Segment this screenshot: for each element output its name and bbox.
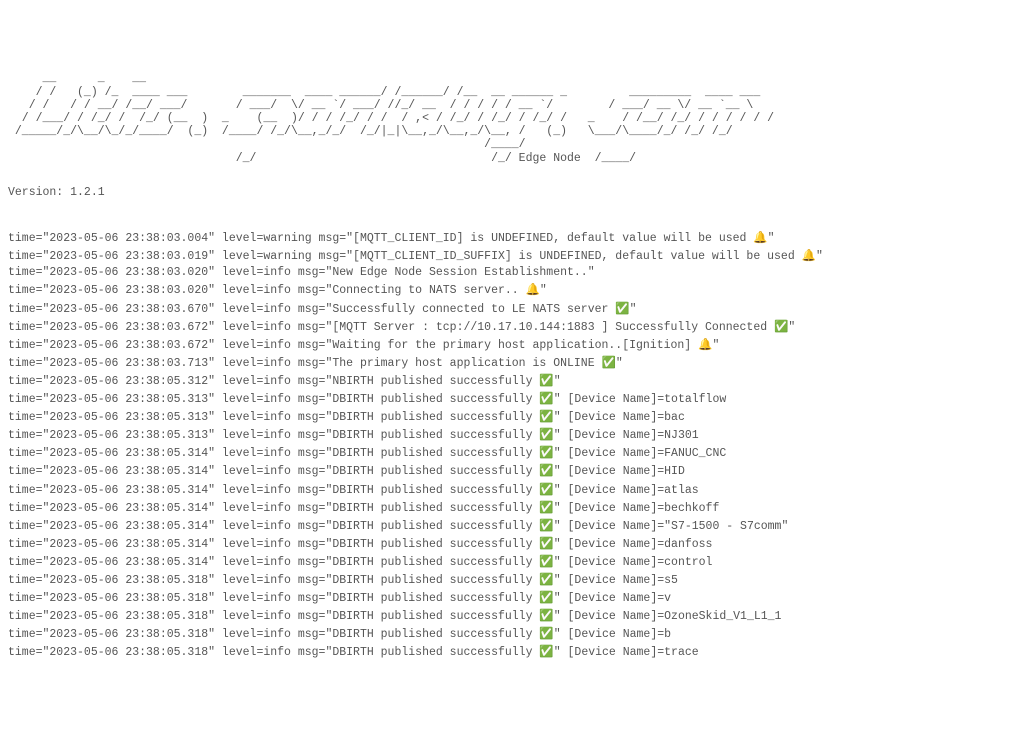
log-line: time="2023-05-06 23:38:05.314" level=inf…: [8, 517, 1016, 535]
log-line: time="2023-05-06 23:38:05.314" level=inf…: [8, 553, 1016, 571]
bell-icon: 🔔: [753, 230, 767, 244]
log-prefix: time="2023-05-06 23:38:03.670" level=inf…: [8, 303, 615, 316]
bell-icon: 🔔: [698, 337, 712, 351]
log-line: time="2023-05-06 23:38:03.672" level=inf…: [8, 318, 1016, 336]
log-suffix: " [Device Name]=danfoss: [554, 538, 713, 551]
check-icon: ✅: [539, 373, 553, 387]
log-suffix: " [Device Name]=bac: [554, 411, 685, 424]
log-line: time="2023-05-06 23:38:03.672" level=inf…: [8, 336, 1016, 354]
log-line: time="2023-05-06 23:38:05.313" level=inf…: [8, 408, 1016, 426]
log-prefix: time="2023-05-06 23:38:05.314" level=inf…: [8, 447, 539, 460]
log-line: time="2023-05-06 23:38:05.318" level=inf…: [8, 571, 1016, 589]
log-line: time="2023-05-06 23:38:03.670" level=inf…: [8, 300, 1016, 318]
check-icon: ✅: [539, 482, 553, 496]
ascii-banner: __ _ __ / / (_) /_ ____ ___ _______ ____…: [8, 72, 1016, 165]
log-suffix: " [Device Name]=atlas: [554, 484, 699, 497]
log-line: time="2023-05-06 23:38:03.004" level=war…: [8, 229, 1016, 247]
log-suffix: " [Device Name]=OzoneSkid_V1_L1_1: [554, 610, 782, 623]
check-icon: ✅: [539, 554, 553, 568]
log-prefix: time="2023-05-06 23:38:03.020" level=inf…: [8, 266, 588, 279]
log-suffix: " [Device Name]=HID: [554, 465, 685, 478]
log-suffix: ": [768, 232, 775, 245]
log-prefix: time="2023-05-06 23:38:05.318" level=inf…: [8, 610, 539, 623]
log-line: time="2023-05-06 23:38:05.314" level=inf…: [8, 462, 1016, 480]
log-prefix: time="2023-05-06 23:38:03.672" level=inf…: [8, 321, 774, 334]
log-prefix: time="2023-05-06 23:38:05.314" level=inf…: [8, 465, 539, 478]
log-prefix: time="2023-05-06 23:38:05.314" level=inf…: [8, 538, 539, 551]
log-suffix: " [Device Name]="S7-1500 - S7comm": [554, 520, 789, 533]
log-suffix: ": [540, 284, 547, 297]
log-suffix: " [Device Name]=control: [554, 556, 713, 569]
log-suffix: " [Device Name]=b: [554, 628, 671, 641]
log-line: time="2023-05-06 23:38:03.713" level=inf…: [8, 354, 1016, 372]
log-prefix: time="2023-05-06 23:38:05.314" level=inf…: [8, 520, 539, 533]
log-line: time="2023-05-06 23:38:03.020" level=inf…: [8, 281, 1016, 299]
log-suffix: " [Device Name]=s5: [554, 574, 678, 587]
log-prefix: time="2023-05-06 23:38:05.313" level=inf…: [8, 411, 539, 424]
check-icon: ✅: [539, 463, 553, 477]
log-prefix: time="2023-05-06 23:38:05.312" level=inf…: [8, 375, 539, 388]
log-container: time="2023-05-06 23:38:03.004" level=war…: [8, 229, 1016, 661]
log-suffix: " [Device Name]=totalflow: [554, 393, 727, 406]
log-line: time="2023-05-06 23:38:05.314" level=inf…: [8, 535, 1016, 553]
check-icon: ✅: [615, 301, 629, 315]
log-prefix: time="2023-05-06 23:38:05.318" level=inf…: [8, 592, 539, 605]
log-line: time="2023-05-06 23:38:05.312" level=inf…: [8, 372, 1016, 390]
check-icon: ✅: [539, 626, 553, 640]
log-suffix: ": [630, 303, 637, 316]
check-icon: ✅: [539, 427, 553, 441]
check-icon: ✅: [539, 536, 553, 550]
check-icon: ✅: [539, 644, 553, 658]
log-suffix: ": [588, 266, 595, 279]
log-suffix: " [Device Name]=v: [554, 592, 671, 605]
log-suffix: " [Device Name]=bechkoff: [554, 502, 720, 515]
check-icon: ✅: [539, 445, 553, 459]
log-prefix: time="2023-05-06 23:38:03.004" level=war…: [8, 232, 753, 245]
log-suffix: ": [554, 375, 561, 388]
log-prefix: time="2023-05-06 23:38:05.314" level=inf…: [8, 484, 539, 497]
check-icon: ✅: [539, 409, 553, 423]
log-line: time="2023-05-06 23:38:05.313" level=inf…: [8, 390, 1016, 408]
log-line: time="2023-05-06 23:38:05.314" level=inf…: [8, 444, 1016, 462]
log-line: time="2023-05-06 23:38:05.318" level=inf…: [8, 607, 1016, 625]
log-line: time="2023-05-06 23:38:05.313" level=inf…: [8, 426, 1016, 444]
log-suffix: " [Device Name]=trace: [554, 646, 699, 659]
log-prefix: time="2023-05-06 23:38:03.713" level=inf…: [8, 357, 602, 370]
check-icon: ✅: [539, 590, 553, 604]
check-icon: ✅: [539, 572, 553, 586]
log-line: time="2023-05-06 23:38:05.318" level=inf…: [8, 643, 1016, 661]
log-suffix: ": [816, 250, 823, 263]
log-suffix: ": [616, 357, 623, 370]
check-icon: ✅: [602, 355, 616, 369]
check-icon: ✅: [539, 518, 553, 532]
log-prefix: time="2023-05-06 23:38:03.672" level=inf…: [8, 339, 698, 352]
check-icon: ✅: [539, 608, 553, 622]
log-line: time="2023-05-06 23:38:03.019" level=war…: [8, 247, 1016, 265]
check-icon: ✅: [774, 319, 788, 333]
log-prefix: time="2023-05-06 23:38:05.318" level=inf…: [8, 574, 539, 587]
check-icon: ✅: [539, 391, 553, 405]
log-prefix: time="2023-05-06 23:38:03.020" level=inf…: [8, 284, 526, 297]
log-line: time="2023-05-06 23:38:05.314" level=inf…: [8, 499, 1016, 517]
log-prefix: time="2023-05-06 23:38:05.318" level=inf…: [8, 646, 539, 659]
bell-icon: 🔔: [802, 248, 816, 262]
log-prefix: time="2023-05-06 23:38:05.318" level=inf…: [8, 628, 539, 641]
bell-icon: 🔔: [526, 282, 540, 296]
log-suffix: ": [788, 321, 795, 334]
log-suffix: ": [712, 339, 719, 352]
log-prefix: time="2023-05-06 23:38:05.313" level=inf…: [8, 429, 539, 442]
log-line: time="2023-05-06 23:38:05.318" level=inf…: [8, 589, 1016, 607]
log-prefix: time="2023-05-06 23:38:03.019" level=war…: [8, 250, 802, 263]
version-label: Version: 1.2.1: [8, 185, 1016, 201]
log-prefix: time="2023-05-06 23:38:05.314" level=inf…: [8, 502, 539, 515]
log-prefix: time="2023-05-06 23:38:05.313" level=inf…: [8, 393, 539, 406]
check-icon: ✅: [539, 500, 553, 514]
log-suffix: " [Device Name]=FANUC_CNC: [554, 447, 727, 460]
log-line: time="2023-05-06 23:38:05.318" level=inf…: [8, 625, 1016, 643]
log-line: time="2023-05-06 23:38:03.020" level=inf…: [8, 265, 1016, 281]
log-line: time="2023-05-06 23:38:05.314" level=inf…: [8, 481, 1016, 499]
log-prefix: time="2023-05-06 23:38:05.314" level=inf…: [8, 556, 539, 569]
log-suffix: " [Device Name]=NJ301: [554, 429, 699, 442]
